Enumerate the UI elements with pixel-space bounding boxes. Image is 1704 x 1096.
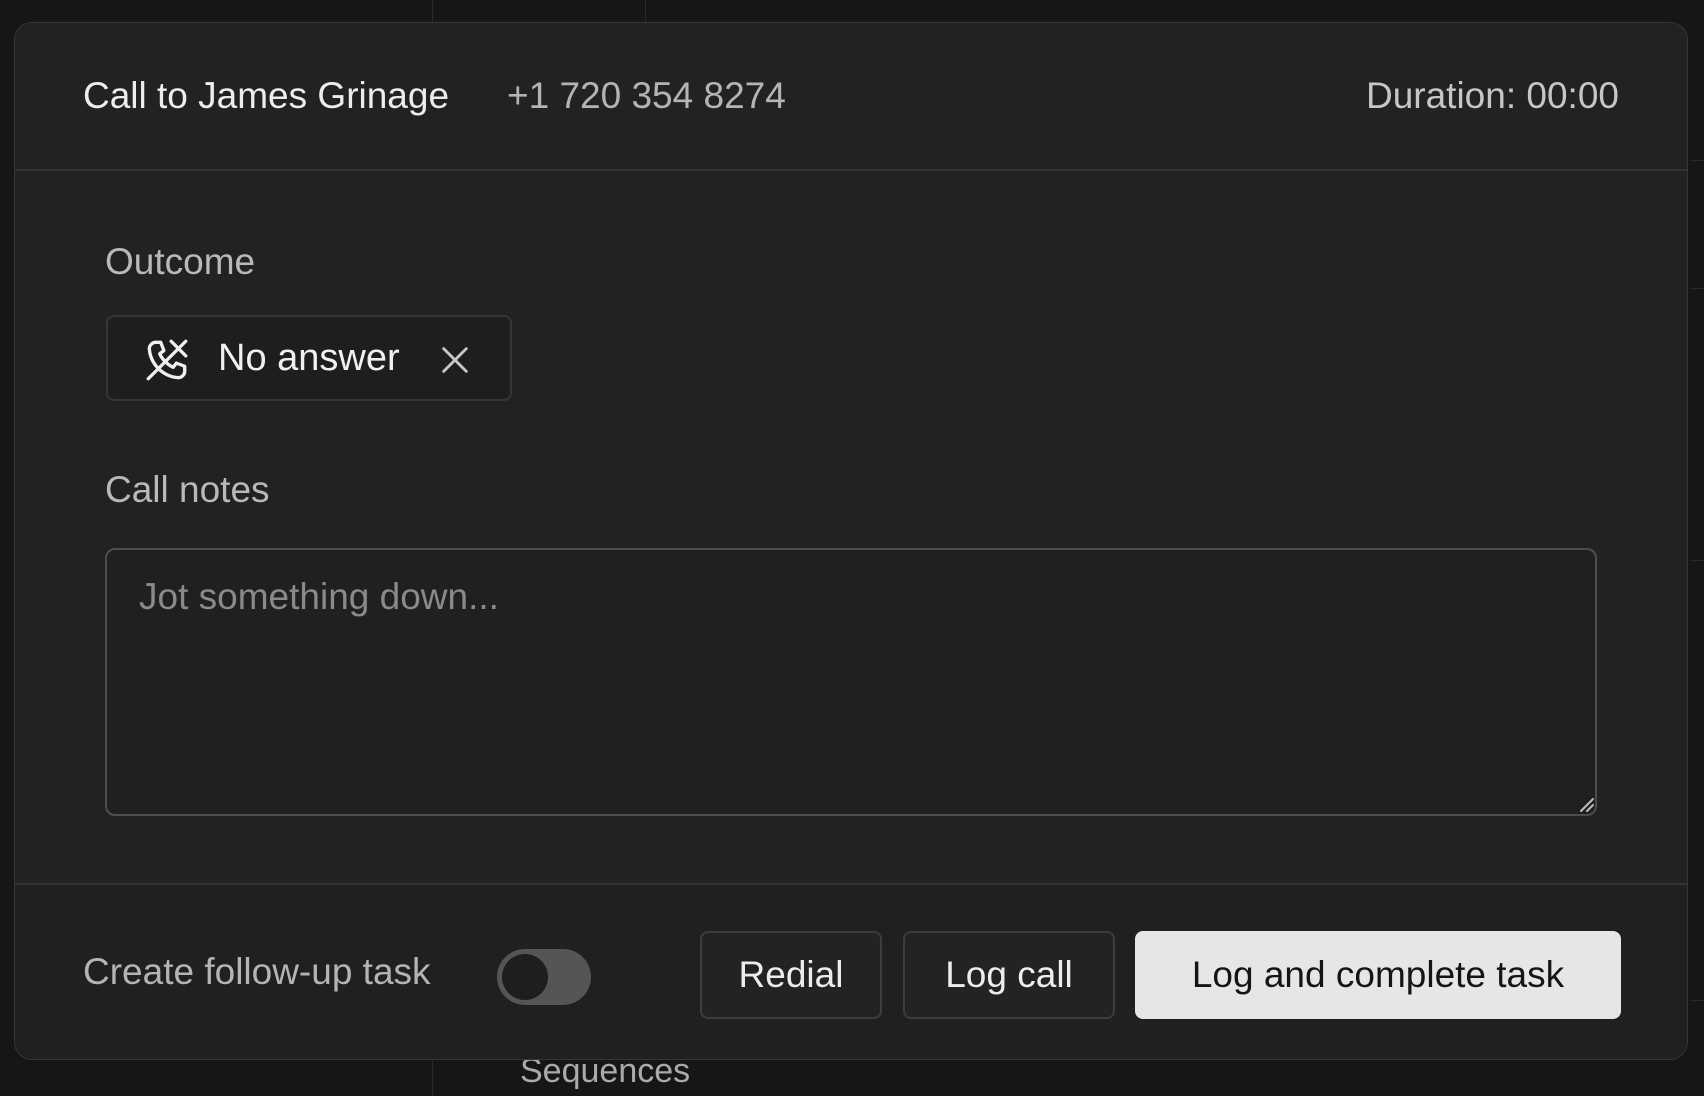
background-divider <box>645 0 646 22</box>
outcome-label: Outcome <box>105 241 256 282</box>
redial-button[interactable]: Redial <box>700 931 882 1019</box>
dialog-header: Call to James Grinage +1 720 354 8274 Du… <box>15 23 1687 171</box>
follow-up-task-toggle[interactable] <box>497 949 591 1005</box>
dialog-footer: Create follow-up task Redial Log call Lo… <box>15 883 1687 1059</box>
toggle-knob <box>502 954 548 1000</box>
outcome-select[interactable]: No answer <box>106 315 512 401</box>
phone-number: +1 720 354 8274 <box>507 75 786 116</box>
resize-handle-icon[interactable] <box>1575 793 1595 813</box>
call-duration: Duration: 00:00 <box>1365 75 1619 116</box>
background-divider <box>432 1060 433 1096</box>
call-title: Call to James Grinage <box>83 75 450 116</box>
phone-missed-icon <box>146 339 188 381</box>
outcome-value: No answer <box>218 337 400 379</box>
background-divider <box>1690 1000 1704 1001</box>
log-and-complete-task-button[interactable]: Log and complete task <box>1135 931 1621 1019</box>
call-log-dialog: Call to James Grinage +1 720 354 8274 Du… <box>14 22 1688 1060</box>
background-divider <box>1690 288 1704 289</box>
background-divider <box>432 0 433 22</box>
follow-up-task-label: Create follow-up task <box>83 951 431 992</box>
call-notes-label: Call notes <box>105 469 270 510</box>
background-divider <box>1690 160 1704 161</box>
log-call-button[interactable]: Log call <box>903 931 1115 1019</box>
background-divider <box>1690 560 1704 561</box>
clear-outcome-icon[interactable] <box>438 343 472 377</box>
call-notes-textarea[interactable] <box>105 548 1597 816</box>
